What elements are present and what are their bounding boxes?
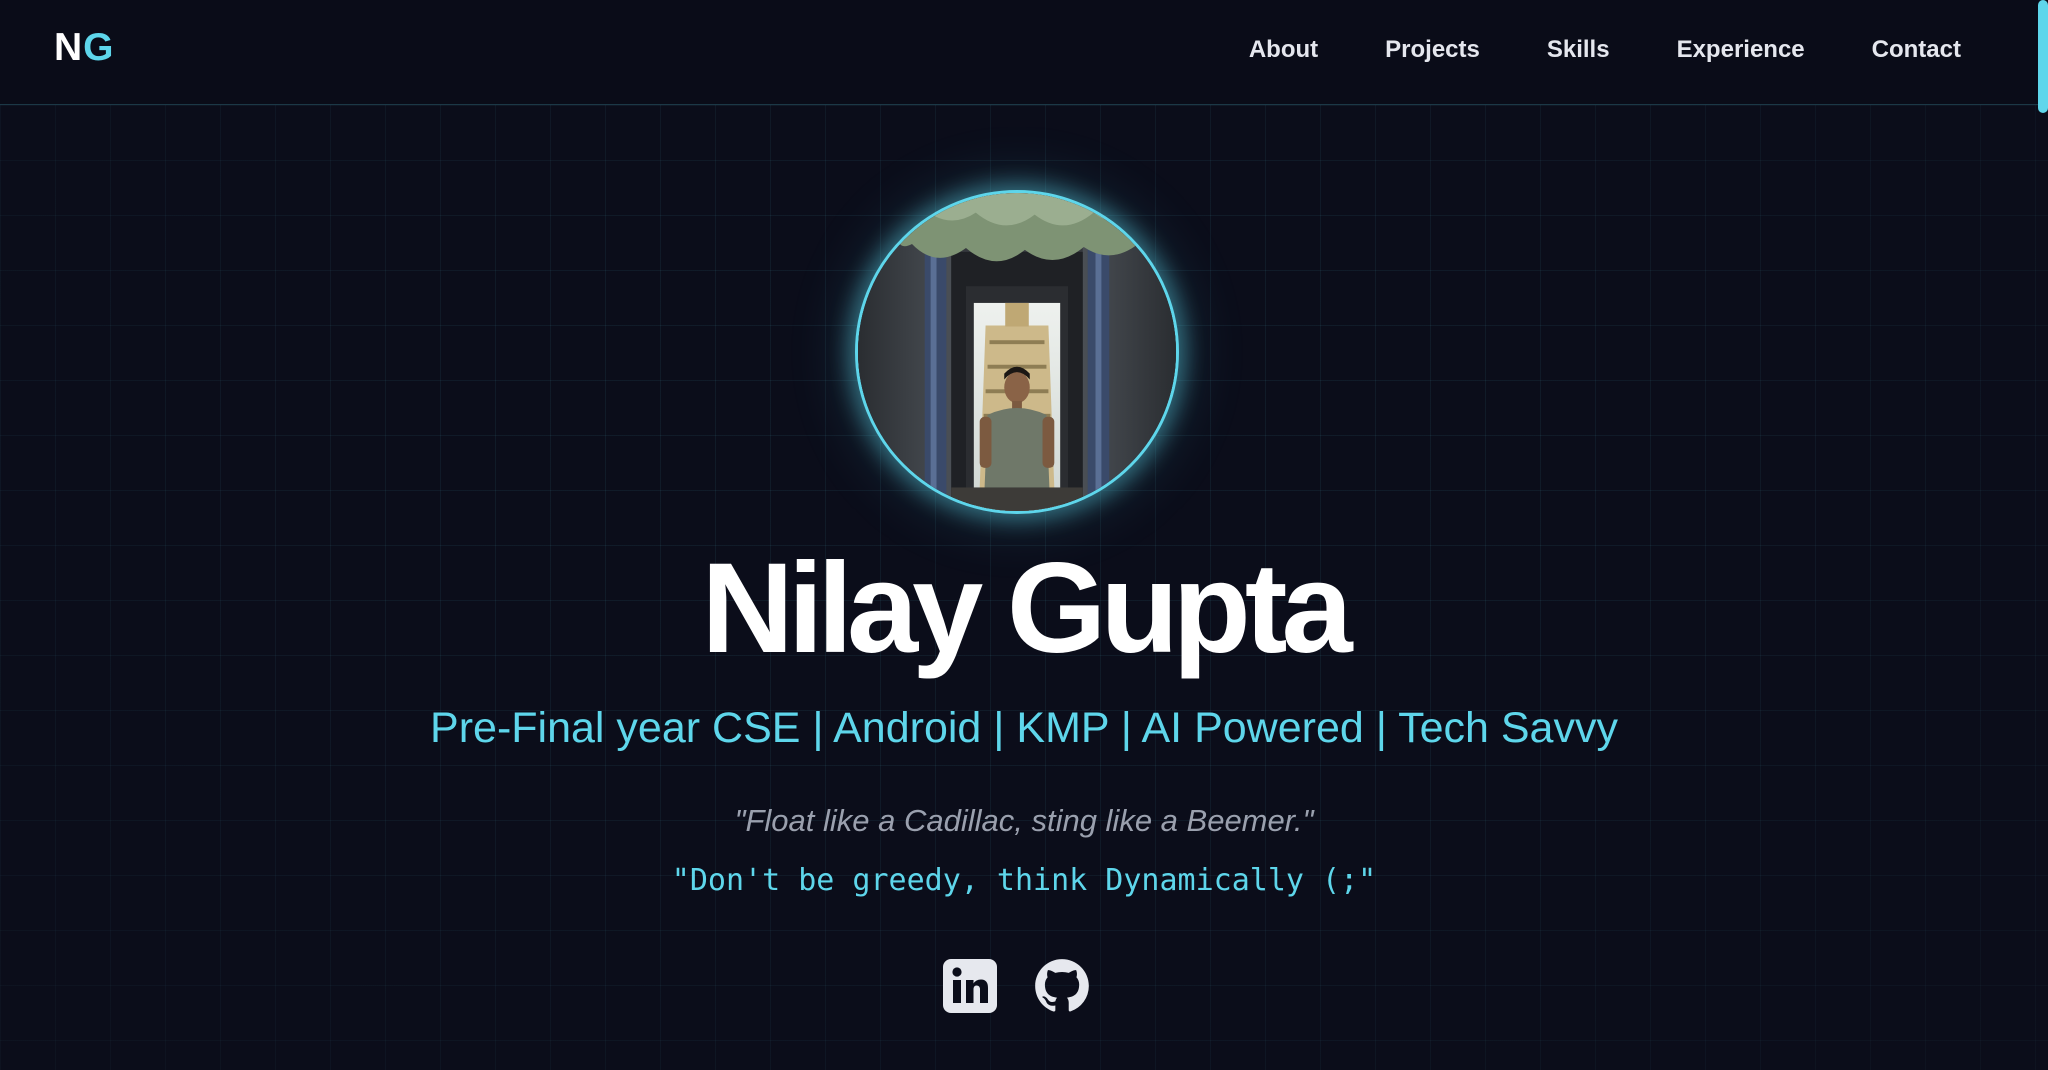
portfolio-page: NG About Projects Skills Experience Cont… bbox=[0, 0, 2048, 1070]
hero-tagline: Pre-Final year CSE | Android | KMP | AI … bbox=[430, 704, 1618, 752]
nav-link-projects[interactable]: Projects bbox=[1385, 36, 1480, 64]
profile-photo-illustration bbox=[858, 193, 1176, 511]
nav-link-experience[interactable]: Experience bbox=[1677, 36, 1805, 64]
scrollbar-thumb[interactable] bbox=[2038, 0, 2048, 113]
hero-quote: "Float like a Cadillac, sting like a Bee… bbox=[734, 803, 1314, 838]
profile-photo bbox=[855, 190, 1179, 514]
logo-letter-n: N bbox=[54, 26, 84, 69]
nav-link-contact[interactable]: Contact bbox=[1872, 36, 1961, 64]
social-links bbox=[942, 958, 1090, 1014]
nav-link-about[interactable]: About bbox=[1249, 36, 1318, 64]
logo-letter-g: G bbox=[83, 26, 115, 69]
top-navbar: NG About Projects Skills Experience Cont… bbox=[0, 0, 2048, 105]
linkedin-icon[interactable] bbox=[942, 958, 998, 1014]
hero-motto: "Don't be greedy, think Dynamically (;" bbox=[671, 863, 1377, 898]
nav-links: About Projects Skills Experience Contact bbox=[1249, 36, 1961, 64]
nav-link-skills[interactable]: Skills bbox=[1547, 36, 1610, 64]
logo[interactable]: NG bbox=[54, 26, 115, 70]
hero-name: Nilay Gupta bbox=[701, 537, 1352, 680]
github-icon[interactable] bbox=[1034, 958, 1090, 1014]
